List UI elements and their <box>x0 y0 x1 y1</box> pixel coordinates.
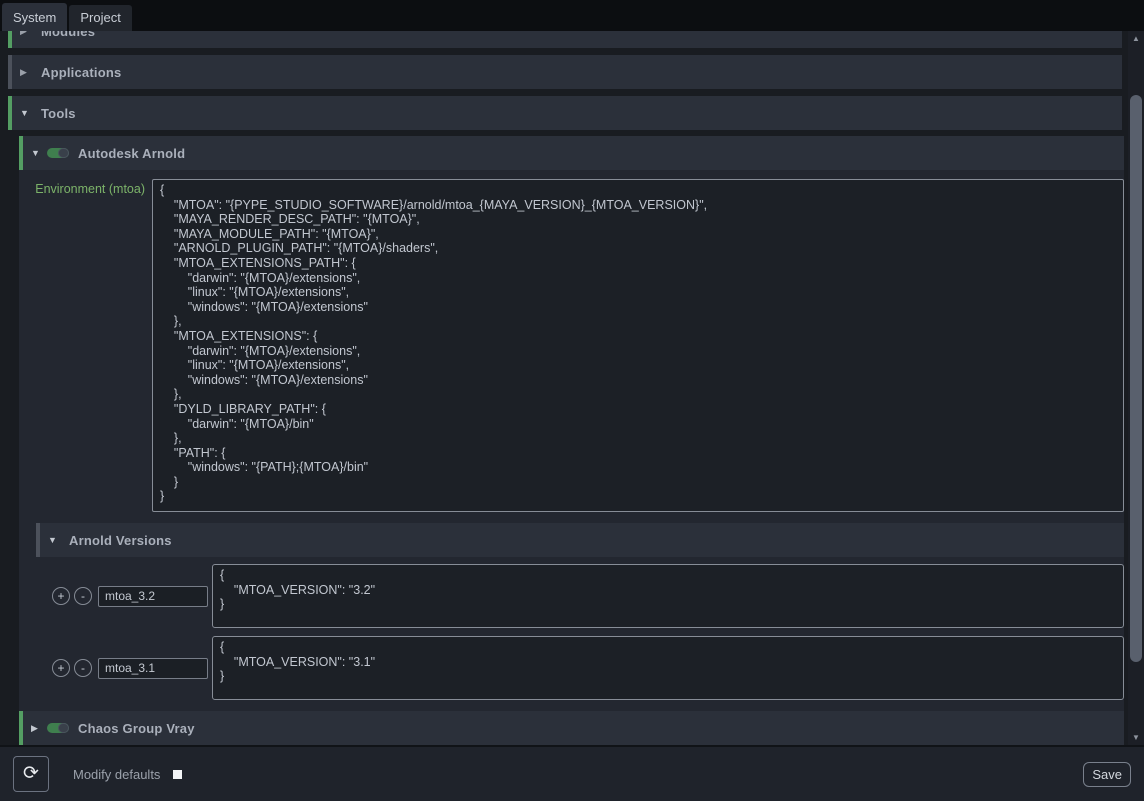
tab-project[interactable]: Project <box>69 5 131 31</box>
section-title: Tools <box>41 106 76 121</box>
tools-children-panel: ▼ Autodesk Arnold Environment (mtoa) { "… <box>19 136 1124 745</box>
tab-system[interactable]: System <box>2 3 67 31</box>
settings-content: ▶ Modules ▶ Applications ▼ Tools ▼ <box>0 31 1128 745</box>
caret-right-icon: ▶ <box>31 723 43 734</box>
caret-down-icon: ▼ <box>31 148 43 158</box>
section-header-chaos-group-vray[interactable]: ▶ Chaos Group Vray <box>19 711 1124 745</box>
remove-version-button[interactable]: - <box>74 587 92 605</box>
settings-window: System Project ▶ Modules ▶ Applications … <box>0 0 1144 801</box>
version-row-mtoa-3-2: + - { "MTOA_VERSION": "3.2" } <box>36 564 1124 628</box>
version-json-editor[interactable]: { "MTOA_VERSION": "3.2" } <box>212 564 1124 628</box>
scroll-down-button[interactable]: ▼ <box>1128 730 1144 745</box>
environment-row: Environment (mtoa) { "MTOA": "{PYPE_STUD… <box>19 179 1124 512</box>
version-key-input[interactable] <box>98 586 208 607</box>
section-title: Modules <box>41 31 95 39</box>
environment-json-editor[interactable]: { "MTOA": "{PYPE_STUDIO_SOFTWARE}/arnold… <box>152 179 1124 512</box>
vray-enabled-toggle[interactable] <box>47 723 69 733</box>
modules-state-bar <box>8 31 12 48</box>
footer-bar: ⟳ Modify defaults Save <box>0 745 1144 801</box>
caret-right-icon: ▶ <box>20 31 32 37</box>
section-header-autodesk-arnold[interactable]: ▼ Autodesk Arnold <box>19 136 1124 170</box>
toggle-knob-icon <box>58 723 69 733</box>
arnold-state-bar <box>19 136 23 170</box>
add-version-button[interactable]: + <box>52 587 70 605</box>
refresh-icon: ⟳ <box>23 763 39 784</box>
vertical-scrollbar[interactable]: ▲ ▼ <box>1128 31 1144 745</box>
section-title: Chaos Group Vray <box>78 721 195 736</box>
save-button[interactable]: Save <box>1083 762 1131 787</box>
scrollbar-thumb[interactable] <box>1130 95 1142 662</box>
caret-down-icon: ▼ <box>20 108 32 118</box>
section-header-arnold-versions[interactable]: ▼ Arnold Versions <box>36 523 1124 557</box>
section-header-applications[interactable]: ▶ Applications <box>8 55 1122 89</box>
version-json-editor[interactable]: { "MTOA_VERSION": "3.1" } <box>212 636 1124 700</box>
version-row-controls: + - <box>36 586 208 607</box>
environment-label: Environment (mtoa) <box>19 179 148 196</box>
version-row-mtoa-3-1: + - { "MTOA_VERSION": "3.1" } <box>36 636 1124 700</box>
toggle-knob-icon <box>58 148 69 158</box>
section-header-modules[interactable]: ▶ Modules <box>8 31 1122 48</box>
remove-version-button[interactable]: - <box>74 659 92 677</box>
section-title: Autodesk Arnold <box>78 146 185 161</box>
version-key-input[interactable] <box>98 658 208 679</box>
top-tab-bar: System Project <box>0 0 1144 31</box>
caret-down-icon: ▼ <box>48 535 60 545</box>
section-title: Arnold Versions <box>69 533 172 548</box>
arnold-versions-state-bar <box>36 523 40 557</box>
modify-defaults-checkbox[interactable] <box>173 770 182 779</box>
tools-state-bar <box>8 96 12 130</box>
applications-state-bar <box>8 55 12 89</box>
vray-state-bar <box>19 711 23 745</box>
refresh-button[interactable]: ⟳ <box>13 756 49 792</box>
settings-scroll-area: ▶ Modules ▶ Applications ▼ Tools ▼ <box>0 31 1144 745</box>
caret-right-icon: ▶ <box>20 67 32 78</box>
modify-defaults-label: Modify defaults <box>73 767 160 782</box>
section-header-tools[interactable]: ▼ Tools <box>8 96 1122 130</box>
version-row-controls: + - <box>36 658 208 679</box>
arnold-enabled-toggle[interactable] <box>47 148 69 158</box>
section-title: Applications <box>41 65 121 80</box>
add-version-button[interactable]: + <box>52 659 70 677</box>
scroll-up-button[interactable]: ▲ <box>1128 31 1144 46</box>
